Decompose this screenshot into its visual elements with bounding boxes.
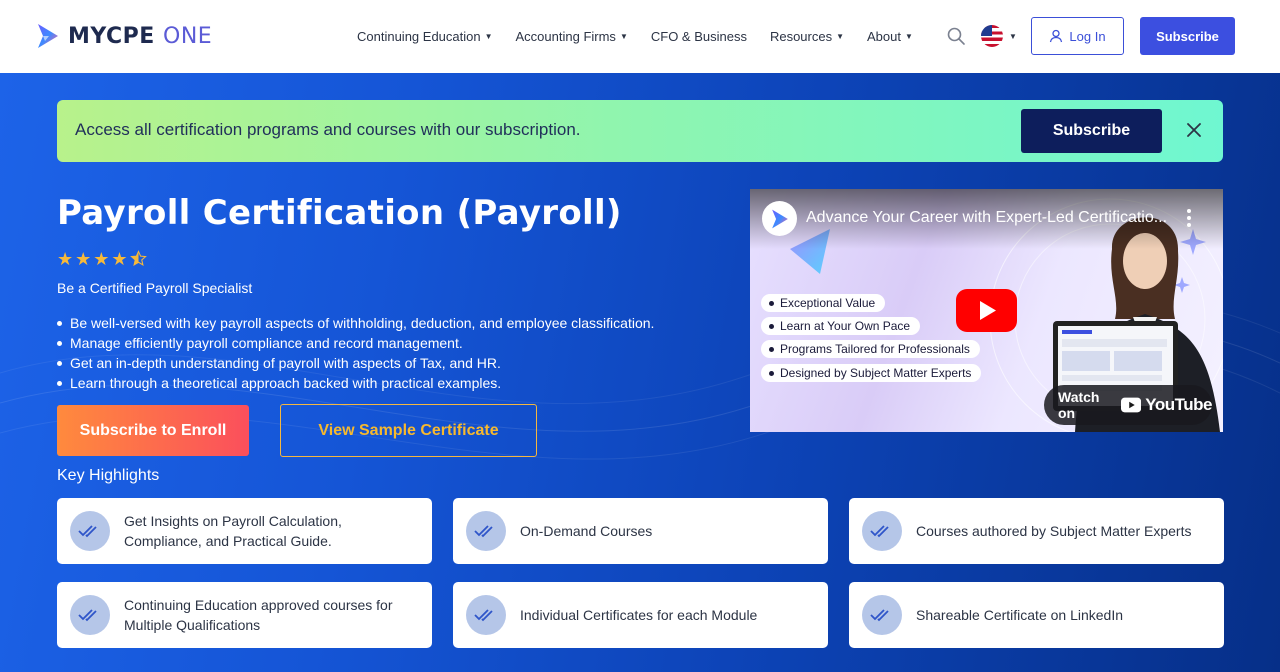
course-title: Payroll Certification (Payroll) — [57, 193, 622, 233]
youtube-play-icon[interactable] — [956, 289, 1017, 332]
language-selector[interactable]: ▼ — [981, 25, 1017, 47]
nav-cfo-business[interactable]: CFO & Business — [651, 29, 747, 44]
highlight-card: Individual Certificates for each Module — [453, 582, 828, 648]
benefit-item: Be well-versed with key payroll aspects … — [57, 313, 654, 333]
highlight-card: Shareable Certificate on LinkedIn — [849, 582, 1224, 648]
subscribe-to-enroll-button[interactable]: Subscribe to Enroll — [57, 405, 249, 456]
double-check-icon — [466, 595, 506, 635]
course-benefits-list: Be well-versed with key payroll aspects … — [57, 313, 654, 393]
main-nav: Continuing Education ▼ Accounting Firms ▼ … — [357, 0, 936, 73]
login-button[interactable]: Log In — [1031, 17, 1124, 55]
key-highlights-title: Key Highlights — [57, 467, 160, 484]
video-tag: Programs Tailored for Professionals — [761, 340, 980, 358]
star-full-icon: ★ — [111, 249, 128, 269]
rating-stars: ★ ★ ★ ★ — [57, 250, 147, 268]
highlight-card: Continuing Education approved courses fo… — [57, 582, 432, 648]
video-tag: Learn at Your Own Pace — [761, 317, 921, 335]
course-subtitle: Be a Certified Payroll Specialist — [57, 280, 253, 296]
chevron-down-icon: ▼ — [905, 32, 913, 41]
us-flag-icon — [981, 25, 1003, 47]
double-check-icon — [466, 511, 506, 551]
logo[interactable]: MYCPE ONE — [36, 22, 212, 50]
highlight-text: Courses authored by Subject Matter Exper… — [916, 523, 1192, 539]
nav-label: Continuing Education — [357, 29, 481, 44]
nav-resources[interactable]: Resources ▼ — [770, 29, 844, 44]
highlight-card: Get Insights on Payroll Calculation, Com… — [57, 498, 432, 564]
watch-on-youtube-button[interactable]: Watch on YouTube — [1044, 385, 1212, 425]
promo-text: Access all certification programs and co… — [75, 120, 581, 139]
nav-accounting-firms[interactable]: Accounting Firms ▼ — [516, 29, 628, 44]
youtube-wordmark: YouTube — [1145, 395, 1212, 414]
promo-subscribe-button[interactable]: Subscribe — [1021, 109, 1162, 153]
login-label: Log In — [1069, 28, 1106, 44]
chevron-down-icon: ▼ — [484, 32, 493, 41]
video-tag-label: Learn at Your Own Pace — [780, 319, 911, 333]
channel-logo-icon[interactable] — [762, 201, 797, 236]
star-full-icon: ★ — [93, 249, 110, 269]
highlight-text: Continuing Education approved courses fo… — [124, 597, 393, 633]
highlight-text: Get Insights on Payroll Calculation, Com… — [124, 513, 342, 549]
highlight-text: On-Demand Courses — [520, 523, 653, 539]
logo-main: MYCPE — [68, 23, 155, 49]
highlight-card: On-Demand Courses — [453, 498, 828, 564]
star-full-icon: ★ — [57, 249, 74, 269]
logo-text: MYCPE ONE — [68, 24, 212, 49]
subscription-promo-banner: Access all certification programs and co… — [57, 100, 1223, 162]
video-title[interactable]: Advance Your Career with Expert-Led Cert… — [806, 209, 1168, 227]
video-tag-label: Designed by Subject Matter Experts — [780, 366, 972, 380]
nav-label: CFO & Business — [650, 29, 747, 44]
nav-label: Accounting Firms — [515, 29, 616, 44]
header-subscribe-button[interactable]: Subscribe — [1140, 17, 1235, 55]
watch-on-label: Watch on — [1058, 389, 1100, 421]
chevron-down-icon: ▼ — [1009, 31, 1017, 41]
highlight-text: Individual Certificates for each Module — [520, 607, 758, 623]
chevron-down-icon: ▼ — [836, 32, 845, 41]
hero-section: Access all certification programs and co… — [0, 73, 1280, 672]
chevron-down-icon: ▼ — [619, 32, 628, 41]
youtube-logo-icon — [1121, 397, 1142, 413]
double-check-icon — [70, 595, 110, 635]
more-options-icon[interactable] — [1186, 207, 1192, 229]
user-icon — [1050, 29, 1063, 43]
star-full-icon: ★ — [75, 249, 92, 269]
benefit-item: Get an in-depth understanding of payroll… — [57, 353, 654, 373]
video-player[interactable]: Advance Your Career with Expert-Led Cert… — [750, 189, 1223, 432]
highlight-card: Courses authored by Subject Matter Exper… — [849, 498, 1224, 564]
double-check-icon — [862, 595, 902, 635]
video-tag-label: Programs Tailored for Professionals — [780, 342, 970, 356]
nav-continuing-education[interactable]: Continuing Education ▼ — [357, 29, 493, 44]
video-tag: Designed by Subject Matter Experts — [761, 364, 982, 382]
site-header: MYCPE ONE Continuing Education ▼ Accounti… — [0, 0, 1280, 73]
video-tag: Exceptional Value — [761, 294, 886, 312]
logo-mark-icon — [38, 24, 58, 48]
nav-about[interactable]: About ▼ — [867, 29, 913, 44]
highlight-text: Shareable Certificate on LinkedIn — [916, 607, 1124, 623]
logo-accent: ONE — [163, 23, 213, 49]
search-icon[interactable] — [946, 26, 966, 46]
close-icon[interactable] — [1185, 121, 1203, 139]
star-half-icon — [129, 250, 147, 266]
view-sample-certificate-button[interactable]: View Sample Certificate — [280, 404, 537, 457]
nav-label: About — [867, 29, 901, 44]
double-check-icon — [70, 511, 110, 551]
benefit-item: Learn through a theoretical approach bac… — [57, 373, 654, 393]
video-tag-label: Exceptional Value — [780, 296, 876, 310]
double-check-icon — [862, 511, 902, 551]
nav-label: Resources — [769, 29, 833, 44]
benefit-item: Manage efficiently payroll compliance an… — [57, 333, 654, 353]
